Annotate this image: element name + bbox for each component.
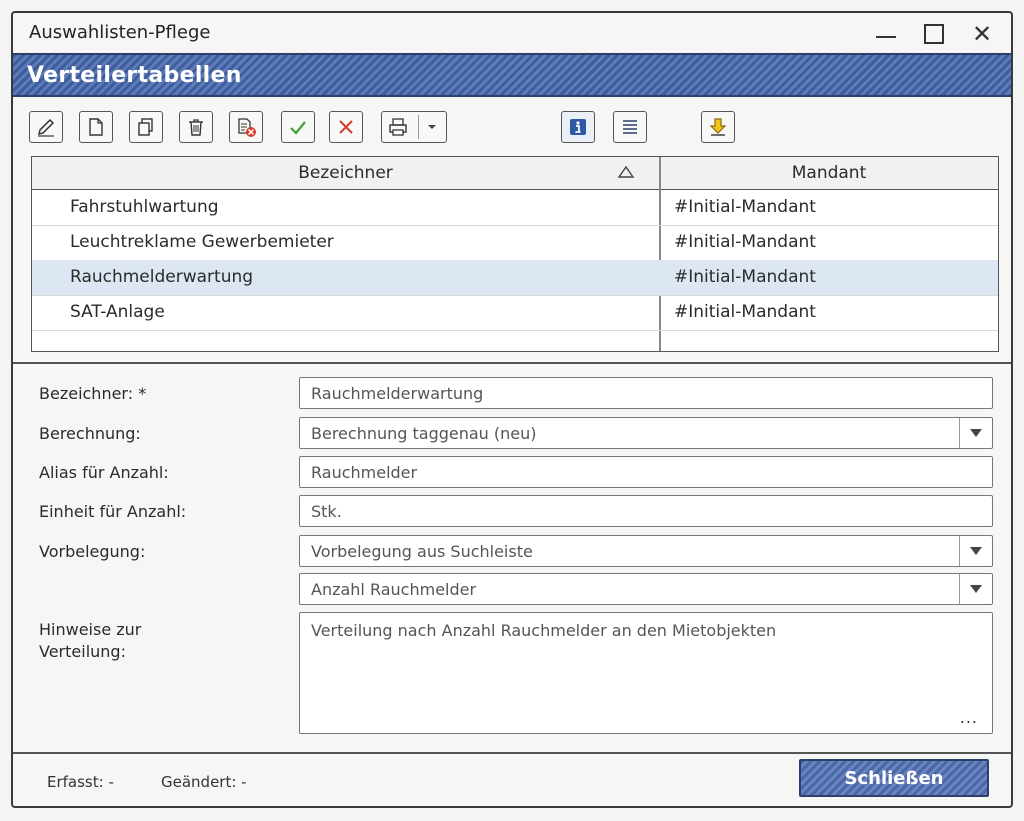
minimize-icon[interactable]: [871, 19, 901, 49]
close-icon[interactable]: ✕: [967, 19, 997, 49]
bezeichner-label: Bezeichner: *: [39, 384, 147, 403]
einheit-input[interactable]: Stk.: [299, 495, 993, 527]
column-header-bezeichner[interactable]: Bezeichner: [32, 163, 659, 183]
bezeichner-value: Rauchmelderwartung: [311, 384, 484, 403]
chevron-down-icon[interactable]: [959, 574, 992, 604]
delete-button[interactable]: [179, 111, 213, 143]
chevron-down-icon[interactable]: [959, 418, 992, 448]
chevron-down-icon[interactable]: [959, 536, 992, 566]
cell-bezeichner: Rauchmelderwartung: [70, 267, 254, 287]
alias-input[interactable]: Rauchmelder: [299, 456, 993, 488]
info-button[interactable]: [561, 111, 595, 143]
column-header-mandant[interactable]: Mandant: [660, 163, 998, 183]
delete-document-icon: [238, 118, 256, 137]
cell-mandant: #Initial-Mandant: [674, 232, 816, 252]
new-document-icon: [89, 118, 103, 136]
data-grid: Bezeichner Mandant Fahrstuhlwartung #Ini…: [31, 156, 999, 352]
edit-icon: [37, 118, 55, 137]
page-title: Verteilertabellen: [27, 63, 242, 88]
table-row[interactable]: Leuchtreklame Gewerbemieter #Initial-Man…: [32, 225, 998, 261]
cell-bezeichner: Leuchtreklame Gewerbemieter: [70, 232, 334, 252]
title-bar: Auswahlisten-Pflege ✕: [13, 13, 1011, 55]
hinweise-label-line1: Hinweise zur: [39, 620, 142, 639]
cancel-button[interactable]: [329, 111, 363, 143]
chevron-down-icon[interactable]: [426, 121, 438, 133]
bezeichner-input[interactable]: Rauchmelderwartung: [299, 377, 993, 409]
cell-bezeichner: Fahrstuhlwartung: [70, 197, 219, 217]
download-button[interactable]: [701, 111, 735, 143]
info-icon: [570, 119, 586, 135]
geaendert-status: Geändert: -: [161, 773, 247, 791]
berechnung-label: Berechnung:: [39, 424, 141, 443]
print-icon: [389, 118, 407, 136]
hinweise-textarea[interactable]: Verteilung nach Anzahl Rauchmelder an de…: [299, 612, 993, 734]
print-button[interactable]: [381, 111, 447, 143]
delete-document-button[interactable]: [229, 111, 263, 143]
sort-ascending-icon[interactable]: [617, 165, 635, 179]
vorbelegung-detail-select[interactable]: Anzahl Rauchmelder: [299, 573, 993, 605]
window-title: Auswahlisten-Pflege: [29, 22, 211, 43]
trash-icon: [189, 119, 203, 136]
list-button[interactable]: [613, 111, 647, 143]
hinweise-value: Verteilung nach Anzahl Rauchmelder an de…: [311, 621, 777, 640]
alias-value: Rauchmelder: [311, 463, 418, 482]
vorbelegung-label: Vorbelegung:: [39, 542, 146, 561]
confirm-button[interactable]: [281, 111, 315, 143]
einheit-value: Stk.: [311, 502, 342, 521]
erfasst-status: Erfasst: -: [47, 773, 114, 791]
table-row[interactable]: Fahrstuhlwartung #Initial-Mandant: [32, 190, 998, 226]
copy-button[interactable]: [129, 111, 163, 143]
cell-mandant: #Initial-Mandant: [674, 197, 816, 217]
download-icon: [709, 118, 727, 136]
table-row[interactable]: SAT-Anlage #Initial-Mandant: [32, 295, 998, 331]
einheit-label: Einheit für Anzahl:: [39, 502, 187, 521]
alias-label: Alias für Anzahl:: [39, 463, 169, 482]
check-icon: [290, 121, 306, 135]
hinweise-label-line2: Verteilung:: [39, 642, 126, 661]
new-button[interactable]: [79, 111, 113, 143]
toolbar: [29, 111, 995, 147]
grid-header: Bezeichner Mandant: [32, 157, 998, 190]
list-icon: [623, 120, 637, 134]
close-button[interactable]: Schließen: [799, 759, 989, 797]
berechnung-select[interactable]: Berechnung taggenau (neu): [299, 417, 993, 449]
dialog-window: Auswahlisten-Pflege ✕ Verteilertabellen: [11, 11, 1013, 808]
cell-mandant: #Initial-Mandant: [674, 267, 816, 287]
berechnung-value: Berechnung taggenau (neu): [311, 424, 537, 443]
edit-button[interactable]: [29, 111, 63, 143]
more-button[interactable]: ...: [960, 708, 978, 727]
maximize-icon[interactable]: [919, 19, 949, 49]
vorbelegung-detail-value: Anzahl Rauchmelder: [311, 580, 477, 599]
vorbelegung-value: Vorbelegung aus Suchleiste: [311, 542, 533, 561]
header-banner: Verteilertabellen: [13, 53, 1011, 97]
cancel-icon: [339, 120, 353, 134]
footer-divider: [13, 752, 1011, 754]
table-row-selected[interactable]: Rauchmelderwartung #Initial-Mandant: [32, 260, 998, 296]
copy-icon: [138, 118, 153, 136]
vorbelegung-select[interactable]: Vorbelegung aus Suchleiste: [299, 535, 993, 567]
cell-mandant: #Initial-Mandant: [674, 302, 816, 322]
cell-bezeichner: SAT-Anlage: [70, 302, 165, 322]
section-divider: [13, 362, 1011, 364]
